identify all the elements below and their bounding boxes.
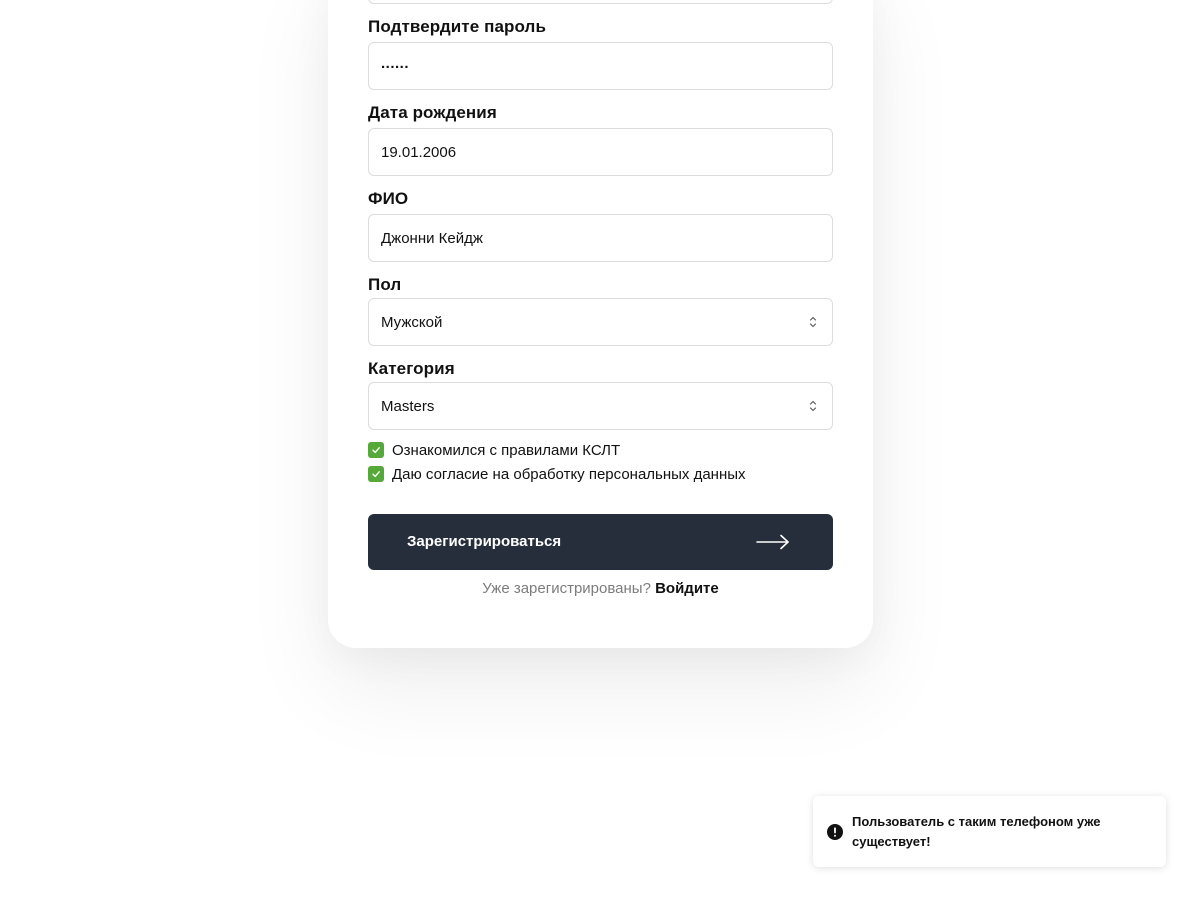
consent-checkbox[interactable] [368, 466, 384, 482]
full-name-label: ФИО [368, 189, 409, 208]
confirm-password-label: Подтвердите пароль [368, 17, 547, 36]
consent-checkbox-row[interactable]: Даю согласие на обработку персональных д… [368, 465, 746, 483]
exclamation-circle-icon [827, 824, 843, 840]
confirm-password-field[interactable]: ...... [368, 42, 833, 90]
login-link[interactable]: Войдите [655, 580, 719, 597]
confirm-password-value: ...... [381, 54, 410, 72]
birth-date-field[interactable]: 19.01.2006 [368, 128, 833, 176]
login-line: Уже зарегистрированы? Войдите [368, 580, 833, 597]
gender-value: Мужской [381, 313, 443, 331]
select-chevron-icon [809, 400, 817, 412]
category-select[interactable]: Masters [368, 382, 833, 430]
toast-message: Пользователь с таким телефоном уже сущес… [852, 814, 1101, 849]
password-field[interactable] [368, 0, 833, 4]
login-prompt: Уже зарегистрированы? [482, 580, 651, 597]
full-name-field[interactable]: Джонни Кейдж [368, 214, 833, 262]
error-toast: Пользователь с таким телефоном уже сущес… [813, 796, 1166, 867]
register-button[interactable]: Зарегистрироваться [368, 514, 833, 570]
rules-checkbox[interactable] [368, 442, 384, 458]
select-chevron-icon [809, 316, 817, 328]
register-button-label: Зарегистрироваться [407, 533, 562, 550]
consent-checkbox-label: Даю согласие на обработку персональных д… [392, 465, 746, 483]
rules-checkbox-label: Ознакомился с правилами КСЛТ [392, 441, 621, 459]
gender-label: Пол [368, 275, 402, 294]
full-name-value: Джонни Кейдж [381, 229, 483, 247]
rules-checkbox-row[interactable]: Ознакомился с правилами КСЛТ [368, 441, 620, 459]
birth-date-value: 19.01.2006 [381, 143, 457, 161]
category-label: Категория [368, 359, 455, 378]
gender-select[interactable]: Мужской [368, 298, 833, 346]
category-value: Masters [381, 397, 435, 415]
arrow-right-icon [756, 534, 789, 550]
checkmark-icon [372, 471, 380, 478]
birth-date-label: Дата рождения [368, 103, 497, 122]
checkmark-icon [372, 447, 380, 454]
